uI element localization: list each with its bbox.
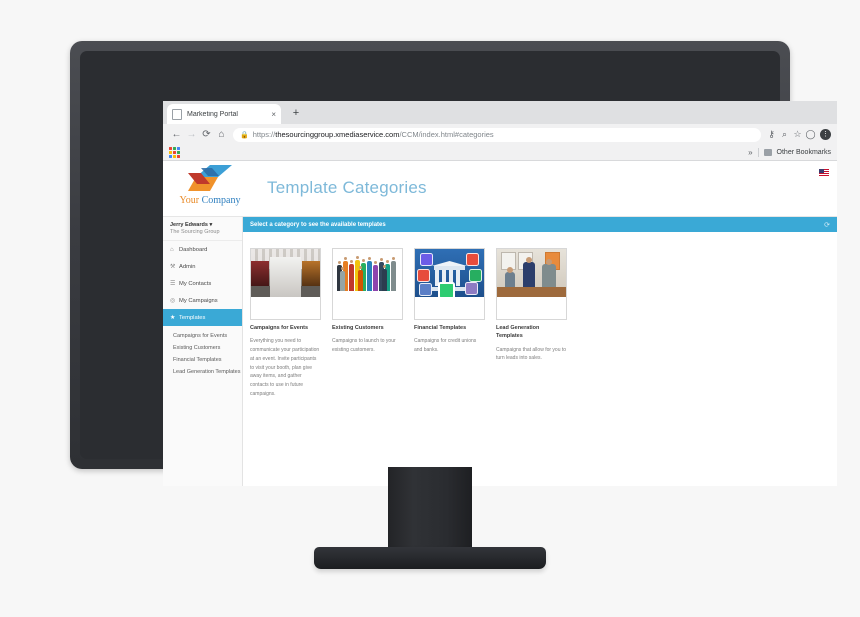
banner-text: Select a category to see the available t… bbox=[250, 221, 386, 228]
reload-icon[interactable]: ⟳ bbox=[199, 129, 214, 140]
sidebar-item-label: My Contacts bbox=[179, 280, 212, 287]
page-body: Jerry Edwards ▾ The Sourcing Group ⌂ Das… bbox=[163, 217, 837, 486]
target-icon: ◎ bbox=[170, 298, 176, 304]
page-icon bbox=[172, 108, 182, 120]
sidebar-item-dashboard[interactable]: ⌂ Dashboard bbox=[163, 241, 242, 258]
other-bookmarks-label[interactable]: Other Bookmarks bbox=[777, 149, 831, 156]
category-thumbnail[interactable] bbox=[496, 248, 567, 320]
sidebar: Jerry Edwards ▾ The Sourcing Group ⌂ Das… bbox=[163, 217, 243, 486]
sidebar-item-label: Admin bbox=[179, 263, 196, 270]
apps-grid-icon[interactable] bbox=[169, 147, 180, 158]
category-card-description: Everything you need to communicate your … bbox=[250, 338, 320, 397]
new-tab-button[interactable]: + bbox=[289, 107, 303, 121]
sidebar-item-label: Dashboard bbox=[179, 246, 208, 253]
sidebar-subitem-existing-customers[interactable]: Existing Customers bbox=[163, 342, 242, 354]
sidebar-subitem-lead-generation-templates[interactable]: Lead Generation Templates bbox=[163, 366, 242, 378]
url-scheme: https:// bbox=[252, 130, 276, 139]
sidebar-item-my-campaigns[interactable]: ◎ My Campaigns bbox=[163, 292, 242, 309]
brand-logo[interactable]: Your Company bbox=[170, 164, 250, 206]
category-banner: Select a category to see the available t… bbox=[243, 217, 837, 232]
url-text: https://thesourcinggroup.xmediaservice.c… bbox=[253, 130, 494, 139]
category-thumbnail[interactable] bbox=[332, 248, 403, 320]
user-name: Jerry Edwards ▾ bbox=[170, 222, 236, 228]
sidebar-item-templates[interactable]: ★ Templates bbox=[163, 309, 242, 326]
sidebar-item-my-contacts[interactable]: ☰ My Contacts bbox=[163, 275, 242, 292]
web-page: Your Company Template Categories Jerry E… bbox=[163, 162, 837, 486]
category-card[interactable]: Campaigns for Events Everything you need… bbox=[250, 248, 321, 399]
app-header: Your Company Template Categories bbox=[163, 162, 837, 217]
monitor-stand-base bbox=[314, 547, 546, 569]
sidebar-item-label: Templates bbox=[179, 314, 206, 321]
key-icon[interactable]: ⚷ bbox=[765, 129, 778, 140]
tradeshow-hall-photo bbox=[251, 249, 320, 297]
sidebar-item-label: My Campaigns bbox=[179, 297, 218, 304]
category-card-grid: Campaigns for Events Everything you need… bbox=[243, 232, 837, 399]
monitor-bezel: ⏻ Marketing Portal × + ← → ⟳ ⌂ 🔒 https:/ bbox=[70, 41, 837, 486]
category-card-description: Campaigns for credit unions and banks. bbox=[414, 338, 477, 353]
user-block[interactable]: Jerry Edwards ▾ The Sourcing Group bbox=[163, 217, 242, 241]
sidebar-subitem-financial-templates[interactable]: Financial Templates bbox=[163, 354, 242, 366]
us-flag-icon[interactable] bbox=[819, 169, 829, 176]
close-icon[interactable]: × bbox=[271, 110, 276, 119]
content-area: Select a category to see the available t… bbox=[243, 217, 837, 486]
sidebar-subitem-campaigns-for-events[interactable]: Campaigns for Events bbox=[163, 330, 242, 342]
browser-menu-icon[interactable]: ⋮ bbox=[820, 129, 831, 140]
bookmarks-overflow-icon[interactable]: » bbox=[748, 148, 752, 157]
folder-icon bbox=[763, 149, 772, 156]
bookmarks-bar: » Other Bookmarks bbox=[163, 145, 837, 161]
cube-logo-icon bbox=[184, 164, 236, 194]
refresh-icon[interactable]: ⟳ bbox=[824, 221, 830, 229]
home-icon: ⌂ bbox=[170, 246, 174, 253]
category-card-title: Existing Customers bbox=[332, 325, 384, 331]
bank-icons-illustration bbox=[415, 249, 484, 297]
browser-toolbar: ← → ⟳ ⌂ 🔒 https://thesourcinggroup.xmedi… bbox=[163, 124, 837, 145]
category-card-title: Lead Generation Templates bbox=[496, 325, 540, 340]
back-icon[interactable]: ← bbox=[169, 129, 184, 140]
category-card[interactable]: Existing Customers Campaigns to launch t… bbox=[332, 248, 403, 399]
browser-tab[interactable]: Marketing Portal × bbox=[167, 104, 281, 124]
home-icon[interactable]: ⌂ bbox=[214, 129, 229, 140]
category-card-title: Campaigns for Events bbox=[250, 325, 309, 331]
screen-viewport: Marketing Portal × + ← → ⟳ ⌂ 🔒 https://t… bbox=[163, 101, 837, 486]
star-icon: ★ bbox=[170, 315, 176, 321]
forward-icon[interactable]: → bbox=[184, 129, 199, 140]
category-card[interactable]: Lead Generation Templates Campaigns that… bbox=[496, 248, 567, 399]
category-card-description: Campaigns to launch to your existing cus… bbox=[332, 338, 396, 353]
profile-icon[interactable]: ◯ bbox=[804, 129, 817, 140]
page-title: Template Categories bbox=[267, 178, 427, 197]
company-name: Your Company bbox=[170, 195, 250, 206]
company-name-first: Your bbox=[179, 195, 200, 206]
category-card-title: Financial Templates bbox=[414, 325, 467, 331]
office-meeting-photo bbox=[497, 249, 566, 297]
chevron-down-icon[interactable]: ▾ bbox=[209, 222, 212, 228]
contacts-icon: ☰ bbox=[170, 281, 176, 287]
business-crowd-photo bbox=[333, 249, 402, 297]
address-bar[interactable]: 🔒 https://thesourcinggroup.xmediaservice… bbox=[233, 127, 761, 142]
category-thumbnail[interactable] bbox=[414, 248, 485, 320]
category-card[interactable]: Financial Templates Campaigns for credit… bbox=[414, 248, 485, 399]
category-card-description: Campaigns that allow for you to turn lea… bbox=[496, 346, 567, 362]
url-domain: thesourcinggroup.xmediaservice.com bbox=[275, 130, 400, 139]
tab-title: Marketing Portal bbox=[187, 110, 238, 118]
browser-chrome: Marketing Portal × + ← → ⟳ ⌂ 🔒 https://t… bbox=[163, 101, 837, 161]
user-org: The Sourcing Group bbox=[170, 229, 220, 235]
search-icon[interactable]: ⌕ bbox=[778, 129, 791, 140]
star-icon[interactable]: ☆ bbox=[791, 129, 804, 140]
category-thumbnail[interactable] bbox=[250, 248, 321, 320]
bookmarks-separator bbox=[757, 148, 759, 157]
company-name-second: Company bbox=[201, 195, 241, 206]
wrench-icon: ⚒ bbox=[170, 264, 176, 270]
sidebar-item-admin[interactable]: ⚒ Admin bbox=[163, 258, 242, 275]
user-name-text: Jerry Edwards bbox=[170, 222, 208, 228]
lock-icon: 🔒 bbox=[240, 131, 249, 139]
url-path: /CCM/index.html#categories bbox=[399, 130, 494, 139]
tab-strip: Marketing Portal × + bbox=[163, 101, 837, 124]
